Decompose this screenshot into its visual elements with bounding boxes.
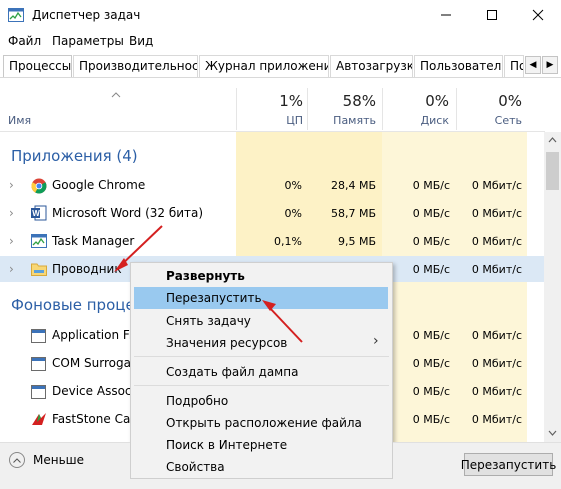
arrow-to-restart [267,305,303,343]
arrow-head-restart [262,300,276,311]
annotation-arrows [114,225,303,343]
